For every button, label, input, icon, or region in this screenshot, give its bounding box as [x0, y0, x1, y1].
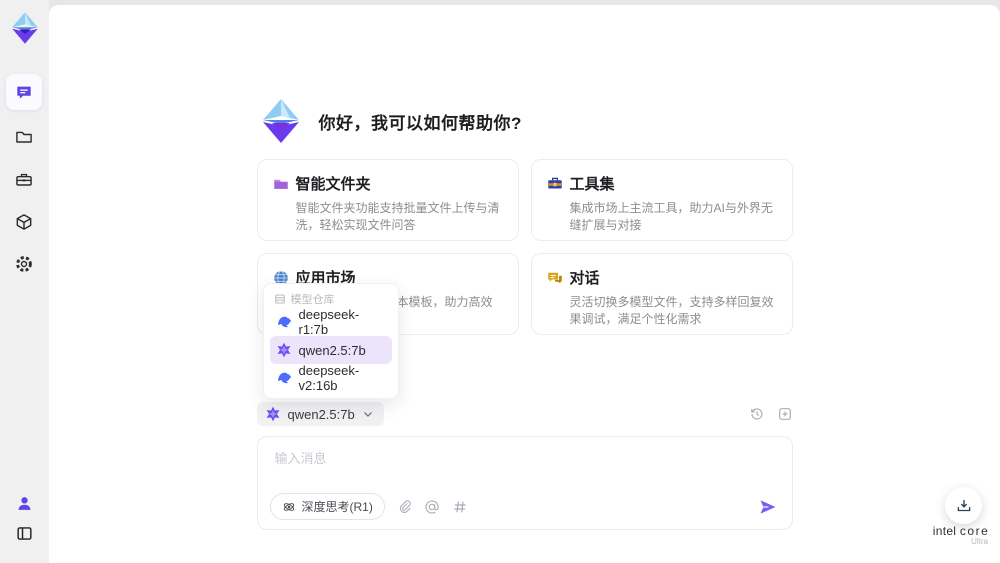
sidebar-item-toolbox[interactable]: [6, 162, 42, 198]
sidebar-item-settings[interactable]: [6, 246, 42, 282]
greeting-row: 你好，我可以如何帮助你?: [257, 95, 793, 147]
model-option-deepseek-r1[interactable]: deepseek-r1:7b: [270, 307, 392, 337]
mention-icon[interactable]: [424, 499, 440, 515]
card-dialogue[interactable]: 对话 灵活切换多模型文件，支持多样回复效果调试，满足个性化需求: [530, 253, 793, 335]
new-chat-icon[interactable]: [777, 406, 793, 422]
card-toolkit[interactable]: 工具集 集成市场上主流工具，助力AI与外界无缝扩展与对接: [530, 159, 793, 241]
download-icon: [957, 499, 970, 511]
model-option-qwen[interactable]: qwen2.5:7b: [269, 336, 392, 364]
card-smart-folder[interactable]: 智能文件夹 智能文件夹功能支持批量文件上传与清洗，轻松实现文件问答: [256, 159, 519, 241]
sidebar-item-panel-toggle[interactable]: [6, 515, 42, 551]
sidebar-item-folders[interactable]: [6, 119, 42, 155]
model-dropdown-menu: 模型仓库 deepseek-r1:7b qwen2.5:7b deepseek-…: [262, 283, 399, 399]
sidebar: [0, 0, 49, 563]
user-icon: [18, 496, 30, 510]
gold-chat-icon: [547, 272, 562, 283]
qwen-icon: [277, 342, 290, 358]
cube-icon: [16, 214, 32, 230]
app-logo-icon: [7, 10, 43, 46]
purple-folder-icon: [273, 179, 288, 189]
repository-icon: [274, 294, 285, 304]
composer-toolbar-row: qwen2.5:7b: [256, 401, 793, 427]
deep-think-toggle[interactable]: 深度思考(R1): [269, 493, 385, 520]
folder-icon: [16, 131, 32, 143]
card-title: 对话: [569, 270, 600, 287]
toolbox-icon: [547, 177, 562, 188]
chat-bubble-icon: [17, 86, 31, 99]
qwen-icon: [266, 406, 279, 422]
greeting-text: 你好，我可以如何帮助你?: [318, 113, 522, 133]
download-fab-button[interactable]: [945, 487, 982, 524]
briefcase-icon: [16, 173, 32, 186]
intel-logo-text: intel: [932, 524, 957, 538]
core-logo-text: core: [959, 524, 990, 538]
greeting-logo-icon: [257, 97, 305, 145]
deepseek-whale-icon: [277, 372, 291, 384]
deepseek-whale-icon: [277, 316, 291, 328]
sidebar-item-apps[interactable]: [6, 204, 42, 240]
intel-core-badge: intel core Ultra: [928, 524, 994, 546]
card-desc: 灵活切换多模型文件，支持多样回复效果调试，满足个性化需求: [569, 295, 774, 326]
prompt-grid-icon[interactable]: [452, 499, 468, 515]
card-desc: 集成市场上主流工具，助力AI与外界无缝扩展与对接: [569, 201, 773, 232]
attachment-icon[interactable]: [397, 499, 412, 514]
sidebar-item-chat[interactable]: [6, 74, 42, 110]
history-icon[interactable]: [749, 406, 765, 422]
card-title: 智能文件夹: [295, 176, 371, 193]
message-composer[interactable]: 输入消息 深度思考(R1): [256, 436, 793, 530]
model-option-deepseek-v2[interactable]: deepseek-v2:16b: [270, 363, 392, 393]
main-panel: 你好，我可以如何帮助你? 智能文件夹 智能文件夹功能支持批量文件上传与清洗，轻松…: [49, 5, 1000, 563]
chevron-down-icon: [363, 412, 372, 417]
card-desc: 智能文件夹功能支持批量文件上传与清洗，轻松实现文件问答: [295, 201, 500, 232]
model-repository-header: 模型仓库: [270, 290, 392, 308]
atom-icon: [283, 502, 294, 511]
gear-icon: [16, 256, 32, 272]
model-selector-button[interactable]: qwen2.5:7b: [256, 402, 384, 426]
card-title: 工具集: [569, 176, 615, 193]
panel-layout-icon: [16, 526, 32, 540]
selected-model-label: qwen2.5:7b: [287, 406, 355, 422]
send-icon[interactable]: [758, 497, 778, 517]
message-input[interactable]: 输入消息: [275, 448, 327, 467]
ultra-logo-text: Ultra: [971, 537, 988, 546]
